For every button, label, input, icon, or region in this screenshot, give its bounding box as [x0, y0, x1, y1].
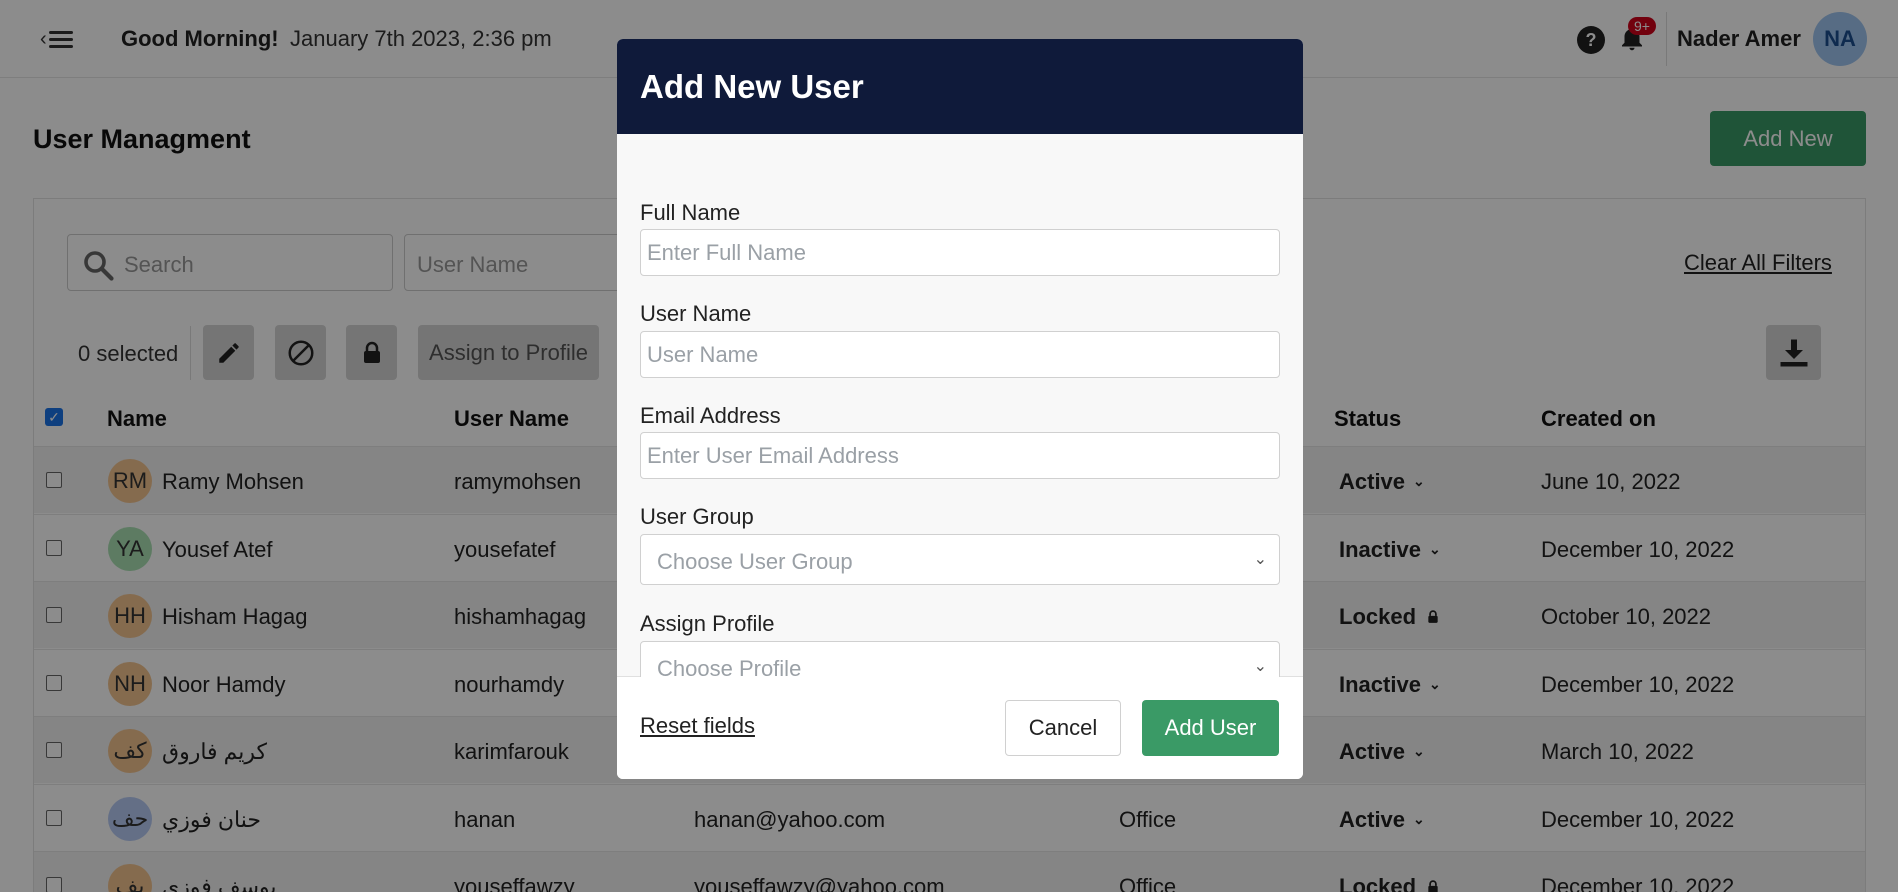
- modal-header: Add New User: [617, 39, 1303, 134]
- add-user-button[interactable]: Add User: [1142, 700, 1279, 756]
- chevron-down-icon: ⌄: [1253, 658, 1267, 675]
- user-group-selected: Choose User Group: [657, 549, 853, 574]
- chevron-down-icon: ⌄: [1253, 551, 1267, 568]
- assign-profile-label: Assign Profile: [640, 611, 775, 636]
- email-label: Email Address: [640, 403, 781, 428]
- user-name-field[interactable]: [640, 331, 1280, 378]
- reset-fields-link[interactable]: Reset fields: [640, 713, 755, 739]
- email-field[interactable]: [640, 432, 1280, 479]
- modal-title: Add New User: [640, 68, 864, 105]
- user-group-label: User Group: [640, 504, 754, 529]
- full-name-field[interactable]: [640, 229, 1280, 276]
- modal-footer: Reset fields Cancel Add User: [617, 677, 1303, 779]
- full-name-label: Full Name: [640, 200, 741, 225]
- modal-body: Full Name User Name Email Address User G…: [617, 134, 1303, 692]
- cancel-button[interactable]: Cancel: [1005, 700, 1121, 756]
- add-user-modal: Add New User Full Name User Name Email A…: [617, 39, 1303, 779]
- user-name-label: User Name: [640, 301, 752, 326]
- user-group-select[interactable]: Choose User Group ⌄: [640, 534, 1280, 585]
